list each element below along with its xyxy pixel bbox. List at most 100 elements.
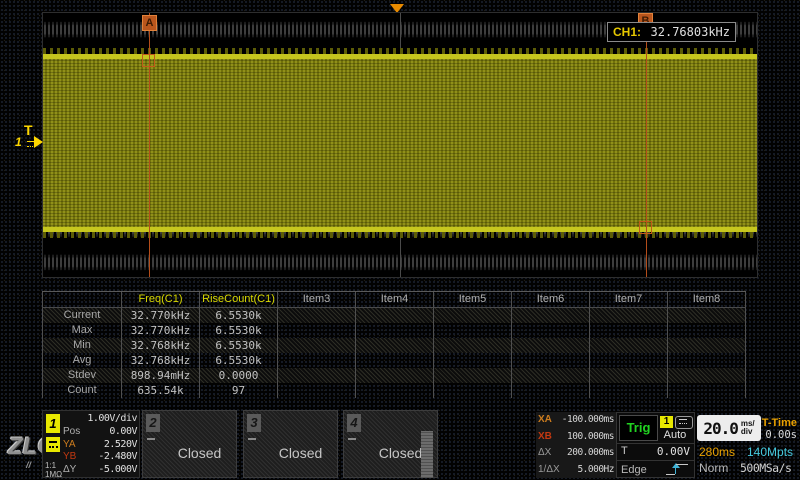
cell: [512, 338, 590, 353]
ch1-badge[interactable]: 1: [46, 414, 60, 433]
measure-header-risecount[interactable]: RiseCount(C1): [200, 292, 278, 307]
ch1-position-marker[interactable]: 1: [15, 135, 22, 149]
cell: [434, 323, 512, 338]
measure-header-item8[interactable]: Item8: [668, 292, 746, 307]
measure-header-item5[interactable]: Item5: [434, 292, 512, 307]
timebase-unit-bottom: div: [741, 427, 753, 436]
row-label: Stdev: [42, 368, 122, 383]
timebase-value: 20.0: [703, 419, 738, 438]
ch1-status-block[interactable]: 1 1:1 1MΩ 1.00V/div Pos 0.00V YA 2.520V …: [42, 410, 140, 478]
cell: 32.770kHz: [122, 323, 200, 338]
cursor-b-line[interactable]: [646, 13, 647, 277]
dx-label: ΔX: [538, 446, 551, 460]
ch3-status-block[interactable]: 3 Closed: [243, 410, 338, 478]
ch3-badge[interactable]: 3: [247, 414, 261, 432]
cell: [668, 368, 746, 383]
cell: [356, 353, 434, 368]
trig-indicator: Trig: [619, 415, 658, 441]
measure-header-blank: [42, 292, 122, 307]
cell: 6.5530k: [200, 338, 278, 353]
cell: [434, 368, 512, 383]
table-row: Current 32.770kHz 6.5530k: [42, 308, 746, 323]
cell: [668, 338, 746, 353]
measure-header-item7[interactable]: Item7: [590, 292, 668, 307]
ch3-coupling-dash-icon: [248, 438, 256, 440]
cell: [278, 308, 356, 323]
trigger-level-marker[interactable]: T: [24, 122, 33, 138]
cell: [356, 308, 434, 323]
cell: [512, 383, 590, 398]
ch4-coupling-dash-icon: [348, 438, 356, 440]
timebase-box[interactable]: 20.0 ms/ div: [697, 415, 761, 441]
cursor-a-label[interactable]: A: [142, 15, 157, 31]
ch1-position-arrow-icon[interactable]: [34, 136, 43, 148]
logo-slope-icon: //: [26, 460, 31, 470]
measure-header-item4[interactable]: Item4: [356, 292, 434, 307]
measurement-table-header: Freq(C1) RiseCount(C1) Item3 Item4 Item5…: [42, 292, 746, 308]
ch1-dc-coupling-icon[interactable]: [46, 437, 60, 452]
trigger-mode[interactable]: Auto: [657, 429, 693, 441]
trigger-source-badge[interactable]: 1: [660, 416, 673, 428]
cursor-b-marker[interactable]: [639, 221, 652, 234]
cell: [668, 353, 746, 368]
ch4-badge[interactable]: 4: [347, 414, 361, 432]
measure-header-item6[interactable]: Item6: [512, 292, 590, 307]
rising-edge-icon[interactable]: [666, 463, 690, 476]
cell: 32.768kHz: [122, 338, 200, 353]
cell: 6.5530k: [200, 353, 278, 368]
ch1-yb-label: YB: [63, 451, 76, 462]
cell: 97: [200, 383, 278, 398]
cell: [590, 368, 668, 383]
freq-readout-box: CH1: 32.76803kHz: [607, 22, 736, 42]
dx-value: 200.000ms: [567, 446, 614, 460]
cell: 6.5530k: [200, 308, 278, 323]
trigger-type[interactable]: Edge: [621, 464, 647, 476]
measure-header-item3[interactable]: Item3: [278, 292, 356, 307]
capture-duration: 280ms: [699, 445, 735, 459]
cell: 0.0000: [200, 368, 278, 383]
cell: [512, 323, 590, 338]
inv-dx-label: 1/ΔX: [538, 463, 560, 477]
cursor-a-marker[interactable]: [142, 54, 155, 67]
xb-label: XB: [538, 430, 552, 444]
cursor-a-line[interactable]: [149, 13, 150, 277]
trigger-coupling-icon[interactable]: [675, 416, 693, 429]
ch2-coupling-dash-icon: [147, 438, 155, 440]
cell: [434, 353, 512, 368]
row-label: Min: [42, 338, 122, 353]
freq-readout-channel: CH1:: [613, 25, 641, 39]
measure-header-freq[interactable]: Freq(C1): [122, 292, 200, 307]
ch1-ya-label: YA: [63, 439, 76, 450]
inv-dx-value: 5.000Hz: [577, 463, 614, 477]
cell: [434, 383, 512, 398]
ch2-status-block[interactable]: 2 Closed: [142, 410, 237, 478]
xa-value: -100.000ms: [562, 413, 614, 427]
cursor-readout-panel: XA -100.000ms XB 100.000ms ΔX 200.000ms …: [536, 412, 616, 478]
table-row: Min 32.768kHz 6.5530k: [42, 338, 746, 353]
row-label: Avg: [42, 353, 122, 368]
cell: [278, 368, 356, 383]
trigger-panel[interactable]: Trig 1 Auto T 0.00V Edge: [616, 412, 695, 478]
cell: [512, 308, 590, 323]
cell: [590, 323, 668, 338]
cell: [512, 368, 590, 383]
cell: [434, 338, 512, 353]
cell: [590, 353, 668, 368]
sample-rate: 500MSa/s: [740, 461, 791, 475]
table-row: Stdev 898.94mHz 0.0000: [42, 368, 746, 383]
cell: [356, 338, 434, 353]
ch1-yb-value: -2.480V: [98, 451, 137, 462]
trigger-level-value[interactable]: 0.00V: [657, 445, 690, 459]
table-row: Max 32.770kHz 6.5530k: [42, 323, 746, 338]
ch2-badge[interactable]: 2: [146, 414, 160, 432]
t-time-readout: T-Time 0.00s: [758, 417, 797, 441]
table-row: Avg 32.768kHz 6.5530k: [42, 353, 746, 368]
t-time-value: 0.00s: [758, 429, 797, 441]
cell: [512, 353, 590, 368]
ch1-dy-label: ΔY: [63, 464, 76, 475]
waveform-display: A B: [42, 12, 758, 278]
cell: [434, 308, 512, 323]
panel-expand-handle[interactable]: [421, 431, 433, 478]
cell: 898.94mHz: [122, 368, 200, 383]
cell: [356, 323, 434, 338]
